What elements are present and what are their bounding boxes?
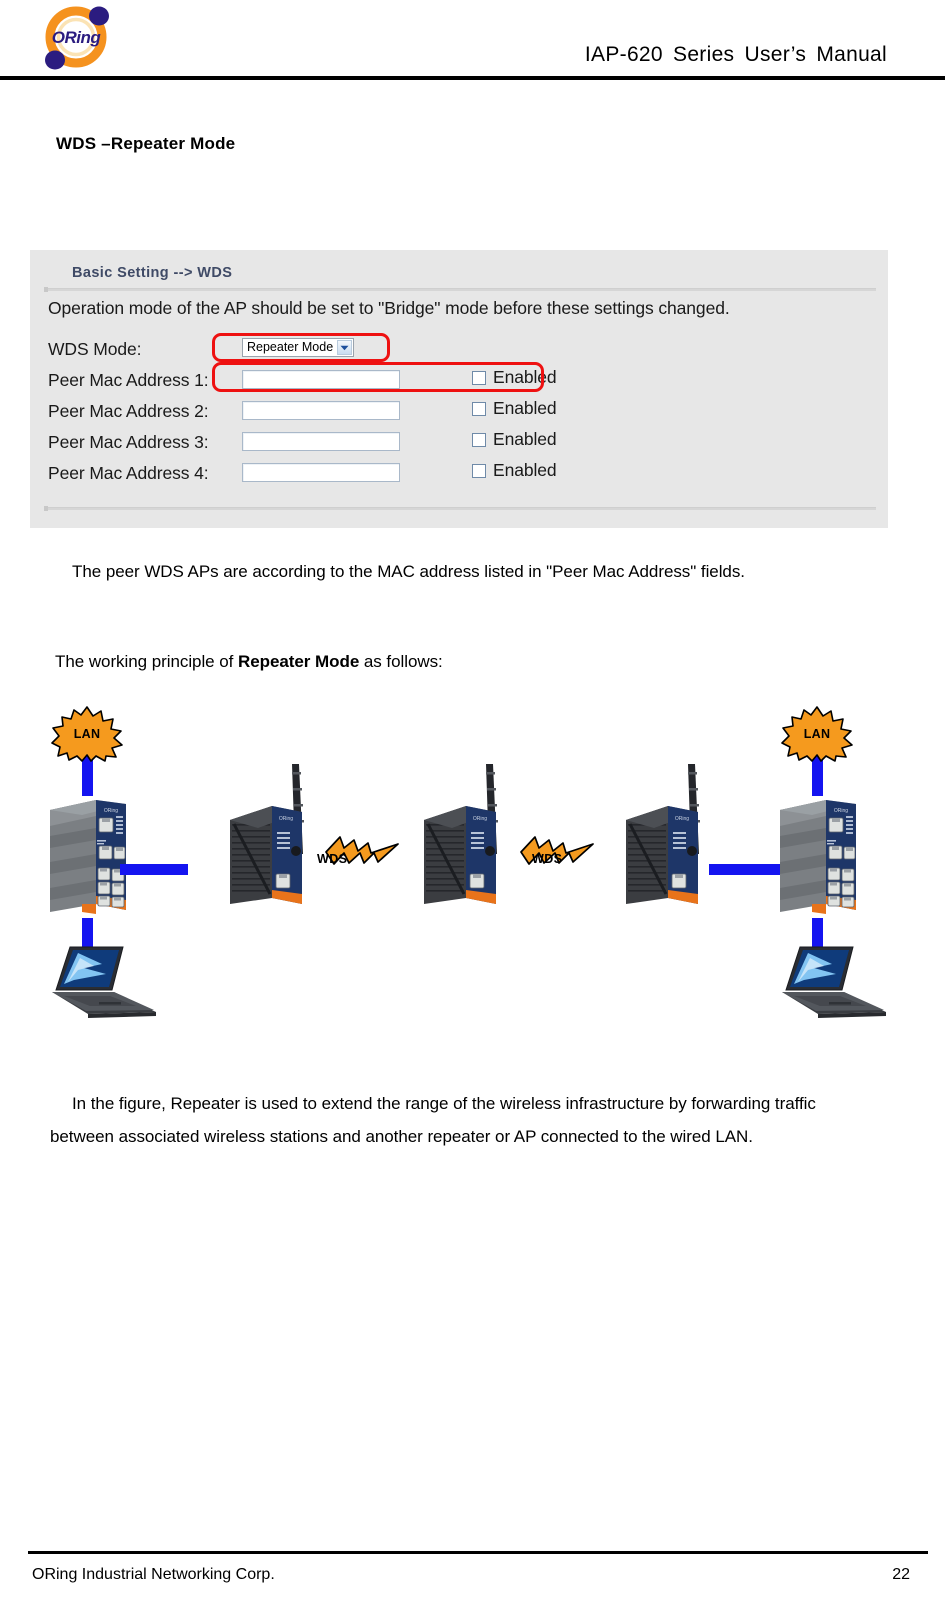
peer-mac-3-input[interactable] — [242, 432, 400, 451]
device-ap-2: ORing — [420, 758, 528, 913]
panel-top-divider — [44, 287, 876, 292]
footer-divider — [28, 1551, 928, 1554]
peer-mac-2-enabled-label: Enabled — [493, 398, 557, 418]
form-row-peer-mac-2: Peer Mac Address 2: Enabled — [48, 398, 868, 429]
svg-text:ORing: ORing — [104, 808, 118, 814]
svg-text:ORing: ORing — [279, 816, 293, 822]
wds-label-2: WDS — [532, 852, 563, 866]
oring-logo: ORing — [22, 2, 142, 72]
device-ap-3: ORing — [622, 758, 730, 913]
wds-label-1: WDS — [317, 852, 348, 866]
label-wds-mode: WDS Mode: — [48, 339, 142, 359]
wire-switch-left-to-ap — [120, 864, 188, 875]
paragraph-working-principle-suffix: as follows: — [359, 652, 443, 671]
peer-mac-1-enabled-checkbox[interactable] — [472, 370, 486, 385]
label-peer-mac-1: Peer Mac Address 1: — [48, 370, 209, 390]
svg-text:ORing: ORing — [52, 28, 102, 47]
device-ap-1: ORing — [226, 758, 334, 913]
lan-burst-right: LAN — [781, 706, 853, 762]
section-heading: WDS –Repeater Mode — [56, 134, 236, 153]
label-peer-mac-2: Peer Mac Address 2: — [48, 401, 209, 421]
wds-mode-select[interactable]: Repeater Mode — [242, 338, 354, 357]
paragraph-working-principle: The working principle of Repeater Mode a… — [55, 645, 875, 678]
peer-mac-2-input[interactable] — [242, 401, 400, 420]
peer-mac-1-enabled-label: Enabled — [493, 367, 557, 387]
page-header: ORing IAP-620 Series User’s Manual — [0, 0, 945, 80]
header-divider — [0, 76, 945, 80]
peer-mac-4-enabled-label: Enabled — [493, 460, 557, 480]
panel-bottom-divider — [44, 506, 876, 511]
enabled-group-4: Enabled — [472, 460, 557, 480]
device-switch-right: ORing — [778, 792, 883, 925]
peer-mac-4-enabled-checkbox[interactable] — [472, 463, 486, 478]
svg-text:ORing: ORing — [473, 816, 487, 822]
form-row-wds-mode: WDS Mode: Repeater Mode — [48, 336, 868, 367]
wds-settings-panel: Basic Setting --> WDS Operation mode of … — [30, 250, 888, 528]
wds-form-rows: WDS Mode: Repeater Mode Peer Mac Address… — [48, 336, 868, 491]
laptop-right — [774, 944, 889, 1025]
form-row-peer-mac-1: Peer Mac Address 1: Enabled — [48, 367, 868, 398]
panel-note-text: Operation mode of the AP should be set t… — [48, 298, 730, 318]
network-topology-diagram: LAN ORing ORing WDS ORing WDS ORing LAN … — [30, 700, 915, 1030]
panel-breadcrumb-title: Basic Setting --> WDS — [72, 265, 233, 281]
control-peer-mac-3 — [242, 429, 400, 451]
form-row-peer-mac-4: Peer Mac Address 4: Enabled — [48, 460, 868, 491]
enabled-group-1: Enabled — [472, 367, 557, 387]
peer-mac-3-enabled-label: Enabled — [493, 429, 557, 449]
paragraph-peer-wds-aps: The peer WDS APs are according to the MA… — [72, 562, 745, 581]
control-wds-mode: Repeater Mode — [242, 336, 354, 357]
label-peer-mac-4: Peer Mac Address 4: — [48, 463, 209, 483]
device-switch-left: ORing — [48, 792, 153, 925]
footer-company: ORing Industrial Networking Corp. — [32, 1566, 275, 1583]
footer-page-number: 22 — [892, 1566, 910, 1583]
svg-text:ORing: ORing — [675, 816, 689, 822]
laptop-left — [44, 944, 159, 1025]
lan-burst-left: LAN — [51, 706, 123, 762]
enabled-group-2: Enabled — [472, 398, 557, 418]
peer-mac-3-enabled-checkbox[interactable] — [472, 432, 486, 447]
control-peer-mac-2 — [242, 398, 400, 420]
paragraph-repeater-explanation: In the figure, Repeater is used to exten… — [50, 1094, 816, 1146]
peer-mac-2-enabled-checkbox[interactable] — [472, 401, 486, 416]
peer-mac-4-input[interactable] — [242, 463, 400, 482]
paragraph-working-principle-bold: Repeater Mode — [238, 652, 360, 671]
wds-mode-selected-value: Repeater Mode — [247, 340, 334, 354]
form-row-peer-mac-3: Peer Mac Address 3: Enabled — [48, 429, 868, 460]
svg-text:ORing: ORing — [834, 808, 848, 814]
control-peer-mac-1 — [242, 367, 400, 389]
lan-burst-left-label: LAN — [73, 727, 101, 741]
enabled-group-3: Enabled — [472, 429, 557, 449]
chevron-down-icon[interactable] — [337, 340, 352, 355]
paragraph-working-principle-prefix: The working principle of — [55, 652, 239, 671]
document-title: IAP-620 Series User’s Manual — [584, 43, 887, 66]
peer-mac-1-input[interactable] — [242, 370, 400, 389]
control-peer-mac-4 — [242, 460, 400, 482]
lan-burst-right-label: LAN — [803, 727, 831, 741]
label-peer-mac-3: Peer Mac Address 3: — [48, 432, 209, 452]
